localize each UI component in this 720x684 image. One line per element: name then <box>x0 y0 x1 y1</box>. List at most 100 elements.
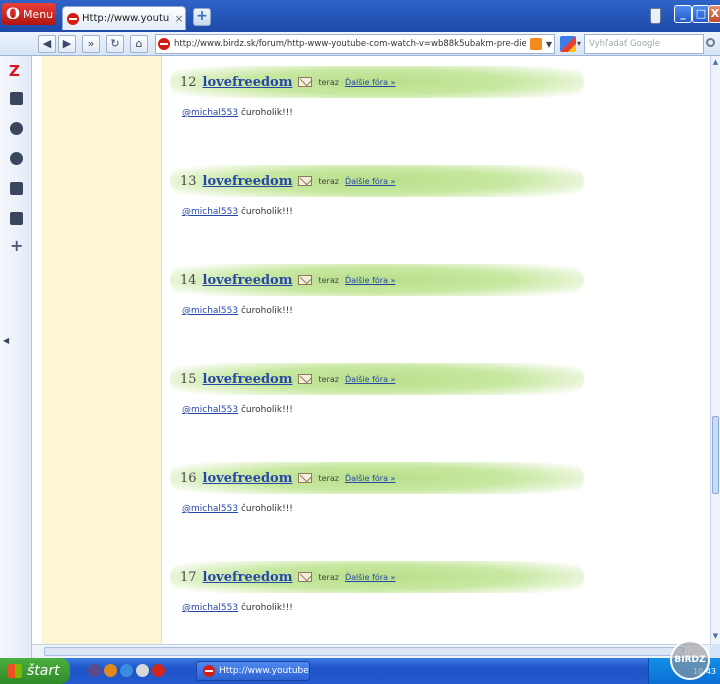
mail-icon[interactable] <box>298 176 313 186</box>
more-forums-link[interactable]: Ďalšie fóra » <box>345 276 395 285</box>
horizontal-scroll-thumb[interactable] <box>44 647 684 656</box>
opera-logo-icon: O <box>6 4 20 23</box>
forward-button[interactable]: ▶ <box>58 35 76 53</box>
post-header: 15 lovefreedom teraz Ďalšie fóra » <box>170 363 584 395</box>
trash-icon[interactable] <box>650 8 661 24</box>
site-favicon-icon <box>158 38 170 50</box>
quicklaunch-ie-icon[interactable] <box>120 664 133 677</box>
mail-icon[interactable] <box>298 77 313 87</box>
scroll-down-icon[interactable]: ▼ <box>711 632 720 642</box>
mention-link[interactable]: @michal553 <box>182 603 238 613</box>
back-button[interactable]: ◀ <box>38 35 56 53</box>
search-icon[interactable] <box>706 38 715 47</box>
forum-post: 15 lovefreedom teraz Ďalšie fóra » @mich… <box>162 353 710 452</box>
more-forums-link[interactable]: Ďalšie fóra » <box>345 78 395 87</box>
post-header: 14 lovefreedom teraz Ďalšie fóra » <box>170 264 584 296</box>
post-body: @michal553 čuroholik!!! <box>182 306 293 316</box>
more-forums-link[interactable]: Ďalšie fóra » <box>345 474 395 483</box>
mention-link[interactable]: @michal553 <box>182 207 238 217</box>
panel-downloads-icon[interactable] <box>10 212 23 225</box>
panel-history-icon[interactable] <box>10 152 23 165</box>
windows-logo-icon <box>8 664 22 678</box>
post-time: teraz <box>318 374 339 384</box>
address-url: http://www.birdz.sk/forum/http-www-youtu… <box>174 39 526 49</box>
post-text: čuroholik!!! <box>238 603 293 613</box>
panel-collapse-icon[interactable]: ◀ <box>3 336 9 345</box>
google-search-engine-icon[interactable] <box>560 36 576 52</box>
post-author-link[interactable]: lovefreedom <box>203 372 293 387</box>
tab-close-icon[interactable]: × <box>173 12 185 25</box>
post-text: čuroholik!!! <box>238 108 293 118</box>
panel-notes-icon[interactable] <box>10 182 23 195</box>
post-text: čuroholik!!! <box>238 306 293 316</box>
panel-z-icon[interactable]: Z <box>9 62 20 80</box>
quicklaunch-firefox-icon[interactable] <box>104 664 117 677</box>
fast-forward-button[interactable]: » <box>82 35 100 53</box>
address-bar[interactable]: http://www.birdz.sk/forum/http-www-youtu… <box>155 34 555 54</box>
post-body: @michal553 čuroholik!!! <box>182 207 293 217</box>
post-author-link[interactable]: lovefreedom <box>203 174 293 189</box>
mention-link[interactable]: @michal553 <box>182 405 238 415</box>
panel-settings-icon[interactable] <box>10 92 23 105</box>
post-author-link[interactable]: lovefreedom <box>203 570 293 585</box>
search-input[interactable]: Vyhľadať Google <box>584 34 704 54</box>
post-author-link[interactable]: lovefreedom <box>203 273 293 288</box>
windows-taskbar: štart Http://www.youtube... 10:43 <box>0 658 720 684</box>
mail-icon[interactable] <box>298 374 313 384</box>
mention-link[interactable]: @michal553 <box>182 306 238 316</box>
rss-feed-icon[interactable] <box>529 38 542 50</box>
browser-tab[interactable]: Http://www.youtube.co... × <box>62 6 186 30</box>
post-number: 15 <box>180 371 197 387</box>
quicklaunch-shield-icon[interactable] <box>88 664 101 677</box>
post-header: 16 lovefreedom teraz Ďalšie fóra » <box>170 462 584 494</box>
more-forums-link[interactable]: Ďalšie fóra » <box>345 375 395 384</box>
close-window-button[interactable]: X <box>708 5 720 23</box>
more-forums-link[interactable]: Ďalšie fóra » <box>345 573 395 582</box>
post-author-link[interactable]: lovefreedom <box>203 471 293 486</box>
post-body: @michal553 čuroholik!!! <box>182 504 293 514</box>
tab-title: Http://www.youtube.co... <box>82 13 170 24</box>
forum-post-list: 12 lovefreedom teraz Ďalšie fóra » @mich… <box>162 56 710 644</box>
quicklaunch-media-icon[interactable] <box>136 664 149 677</box>
mention-link[interactable]: @michal553 <box>182 504 238 514</box>
forum-post: 17 lovefreedom teraz Ďalšie fóra » @mich… <box>162 551 710 644</box>
reload-button[interactable]: ↻ <box>106 35 124 53</box>
vertical-scrollbar[interactable]: ▲ ▼ <box>710 56 720 644</box>
navigation-bar: ◀ ▶ » ↻ ⌂ http://www.birdz.sk/forum/http… <box>0 32 720 56</box>
start-label: štart <box>27 663 60 679</box>
forum-post: 12 lovefreedom teraz Ďalšie fóra » @mich… <box>162 56 710 155</box>
opera-menu-button[interactable]: O Menu <box>2 3 56 25</box>
home-button[interactable]: ⌂ <box>130 35 148 53</box>
more-forums-link[interactable]: Ďalšie fóra » <box>345 177 395 186</box>
post-time: teraz <box>318 572 339 582</box>
post-time: teraz <box>318 176 339 186</box>
mail-icon[interactable] <box>298 275 313 285</box>
post-text: čuroholik!!! <box>238 405 293 415</box>
mail-icon[interactable] <box>298 473 313 483</box>
forum-post: 13 lovefreedom teraz Ďalšie fóra » @mich… <box>162 155 710 254</box>
vertical-scroll-thumb[interactable] <box>712 416 719 494</box>
forum-post: 14 lovefreedom teraz Ďalšie fóra » @mich… <box>162 254 710 353</box>
panel-add-icon[interactable]: + <box>10 236 23 255</box>
title-bar: O Menu Http://www.youtube.co... × + _ □ … <box>0 0 720 32</box>
address-dropdown-icon[interactable]: ▼ <box>546 40 554 49</box>
quicklaunch-opera-icon[interactable] <box>152 664 165 677</box>
post-author-link[interactable]: lovefreedom <box>203 75 293 90</box>
post-body: @michal553 čuroholik!!! <box>182 405 293 415</box>
panel-links-icon[interactable] <box>10 122 23 135</box>
minimize-button[interactable]: _ <box>674 5 692 23</box>
post-text: čuroholik!!! <box>238 207 293 217</box>
post-body: @michal553 čuroholik!!! <box>182 603 293 613</box>
start-button[interactable]: štart <box>0 658 70 684</box>
search-engine-dropdown-icon[interactable]: ▾ <box>577 39 581 48</box>
mention-link[interactable]: @michal553 <box>182 108 238 118</box>
new-tab-button[interactable]: + <box>193 8 211 26</box>
taskbar-window-button[interactable]: Http://www.youtube... <box>196 661 310 681</box>
mail-icon[interactable] <box>298 572 313 582</box>
site-favicon-icon <box>67 12 79 25</box>
web-page: 12 lovefreedom teraz Ďalšie fóra » @mich… <box>32 56 710 644</box>
screen: O Menu Http://www.youtube.co... × + _ □ … <box>0 0 720 684</box>
post-body: @michal553 čuroholik!!! <box>182 108 293 118</box>
scroll-up-icon[interactable]: ▲ <box>711 58 720 68</box>
horizontal-scrollbar[interactable] <box>32 644 710 658</box>
